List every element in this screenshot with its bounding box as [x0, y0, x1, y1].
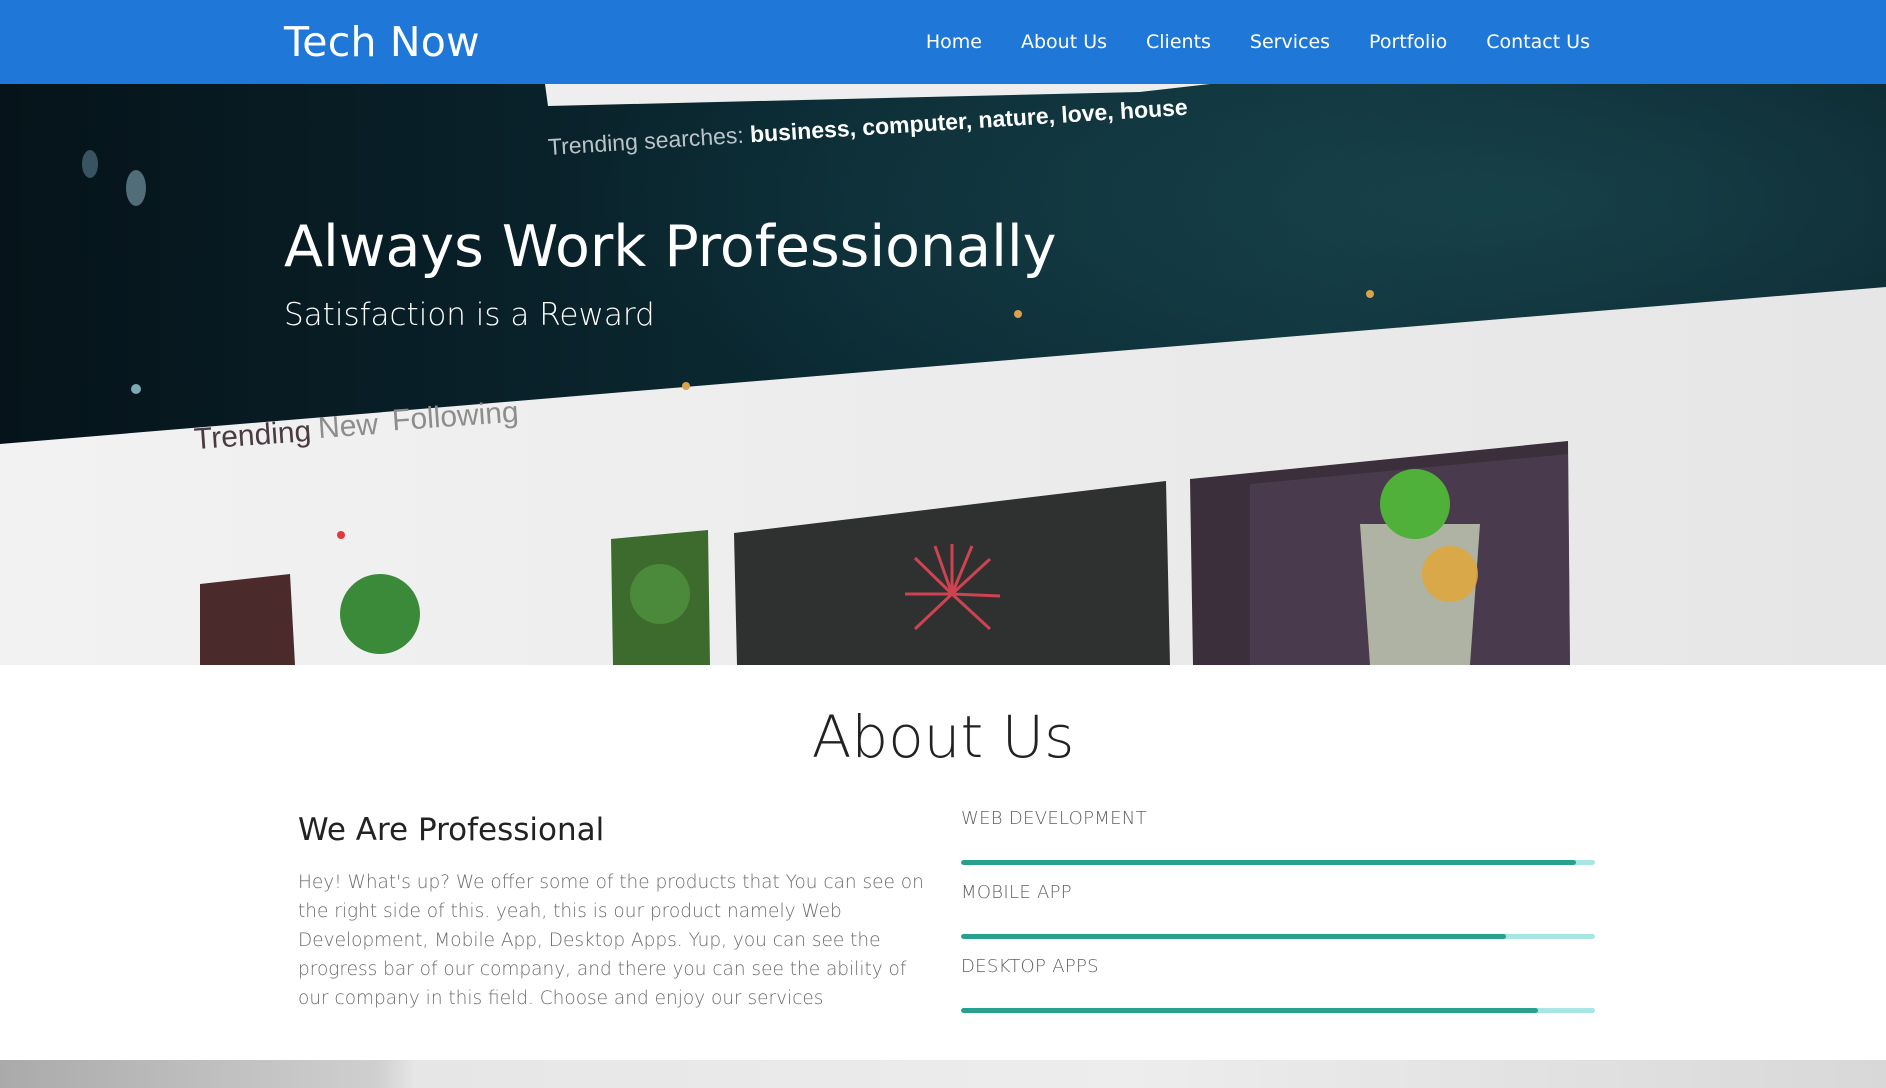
skill-label: WEB DEVELOPMENT: [961, 808, 1147, 829]
nav-links: Home About Us Clients Services Portfolio…: [926, 0, 1590, 84]
skill-desktop-apps: DESKTOP APPS: [961, 956, 1595, 1030]
progress-track: [961, 934, 1595, 939]
hero-title: Always Work Professionally: [284, 214, 1057, 280]
progress-fill: [961, 1008, 1538, 1013]
progress-fill: [961, 860, 1576, 865]
progress-fill: [961, 934, 1507, 939]
navbar: Tech Now Home About Us Clients Services …: [0, 0, 1886, 84]
photo-tab-new: New: [316, 407, 380, 446]
about-description: Hey! What's up? We offer some of the pro…: [298, 872, 924, 1009]
nav-link-services[interactable]: Services: [1250, 31, 1330, 53]
skills-list: WEB DEVELOPMENT MOBILE APP DESKTOP APPS: [961, 808, 1595, 1030]
skill-label: MOBILE APP: [961, 882, 1072, 903]
nav-link-contact-us[interactable]: Contact Us: [1486, 31, 1590, 53]
hero-banner: Trending searches: business, computer, n…: [0, 84, 1886, 665]
nav-link-clients[interactable]: Clients: [1146, 31, 1211, 53]
nav-link-about-us[interactable]: About Us: [1021, 31, 1107, 53]
about-title: About Us: [811, 703, 1075, 771]
skill-mobile-app: MOBILE APP: [961, 882, 1595, 956]
skill-web-development: WEB DEVELOPMENT: [961, 808, 1595, 882]
progress-track: [961, 1008, 1595, 1013]
about-subtitle: We Are Professional: [298, 812, 605, 848]
progress-track: [961, 860, 1595, 865]
nav-link-home[interactable]: Home: [926, 31, 982, 53]
brand-logo-text[interactable]: Tech Now: [284, 18, 480, 66]
hero-subtitle: Satisfaction is a Reward: [284, 297, 655, 333]
skill-label: DESKTOP APPS: [961, 956, 1099, 977]
next-section-image-edge: [0, 1060, 1886, 1088]
hero-background-photo: [0, 84, 1886, 665]
nav-link-portfolio[interactable]: Portfolio: [1369, 31, 1447, 53]
